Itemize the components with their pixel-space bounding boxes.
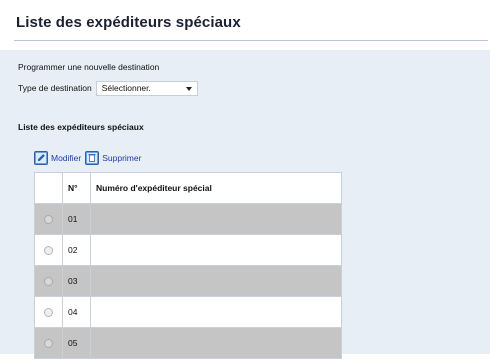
- page-title: Liste des expéditeurs spéciaux: [16, 14, 241, 31]
- row-sender: [90, 203, 342, 235]
- destination-type-label: Type de destination: [18, 83, 92, 93]
- column-header-number: N°: [62, 172, 91, 204]
- table-row[interactable]: 01: [34, 203, 342, 235]
- row-sender: [90, 296, 342, 328]
- destination-type-row: Type de destination Sélectionner.: [18, 80, 198, 96]
- destination-type-value: Sélectionner.: [101, 82, 151, 93]
- row-radio[interactable]: [44, 215, 53, 225]
- program-destination-heading: Programmer une nouvelle destination: [18, 62, 160, 72]
- destination-type-select[interactable]: Sélectionner.: [95, 80, 198, 96]
- table-row[interactable]: 02: [34, 234, 342, 266]
- modify-button[interactable]: Modifier: [34, 151, 81, 165]
- title-divider: [14, 40, 488, 42]
- row-sender: [90, 234, 342, 266]
- row-number: 02: [62, 234, 91, 266]
- row-radio[interactable]: [44, 246, 53, 256]
- table-row[interactable]: 03: [34, 265, 342, 297]
- row-select-cell: [34, 234, 63, 266]
- modify-label: Modifier: [51, 153, 82, 163]
- delete-button[interactable]: Supprimer: [85, 151, 141, 165]
- row-number: 01: [62, 203, 91, 235]
- delete-label: Supprimer: [102, 153, 142, 163]
- column-header-select: [34, 172, 63, 204]
- row-select-cell: [34, 203, 63, 235]
- row-radio[interactable]: [44, 308, 53, 318]
- special-senders-table: N° Numéro d'expéditeur spécial 01 02 03: [34, 172, 342, 359]
- list-toolbar: Modifier Supprimer: [34, 150, 141, 166]
- table-row[interactable]: 04: [34, 296, 342, 328]
- row-number: 03: [62, 265, 91, 297]
- row-sender: [90, 265, 342, 297]
- row-number: 04: [62, 296, 91, 328]
- column-header-sender: Numéro d'expéditeur spécial: [90, 172, 342, 204]
- edit-icon: [34, 151, 48, 165]
- page: Liste des expéditeurs spéciaux Programme…: [0, 0, 490, 359]
- delete-icon: [85, 151, 100, 165]
- sender-list-heading: Liste des expéditeurs spéciaux: [18, 122, 144, 132]
- row-radio[interactable]: [44, 339, 53, 349]
- row-radio[interactable]: [44, 277, 53, 287]
- chevron-down-icon[interactable]: [185, 86, 192, 91]
- table-header-row: N° Numéro d'expéditeur spécial: [34, 172, 342, 204]
- row-select-cell: [34, 265, 63, 297]
- row-select-cell: [34, 296, 63, 328]
